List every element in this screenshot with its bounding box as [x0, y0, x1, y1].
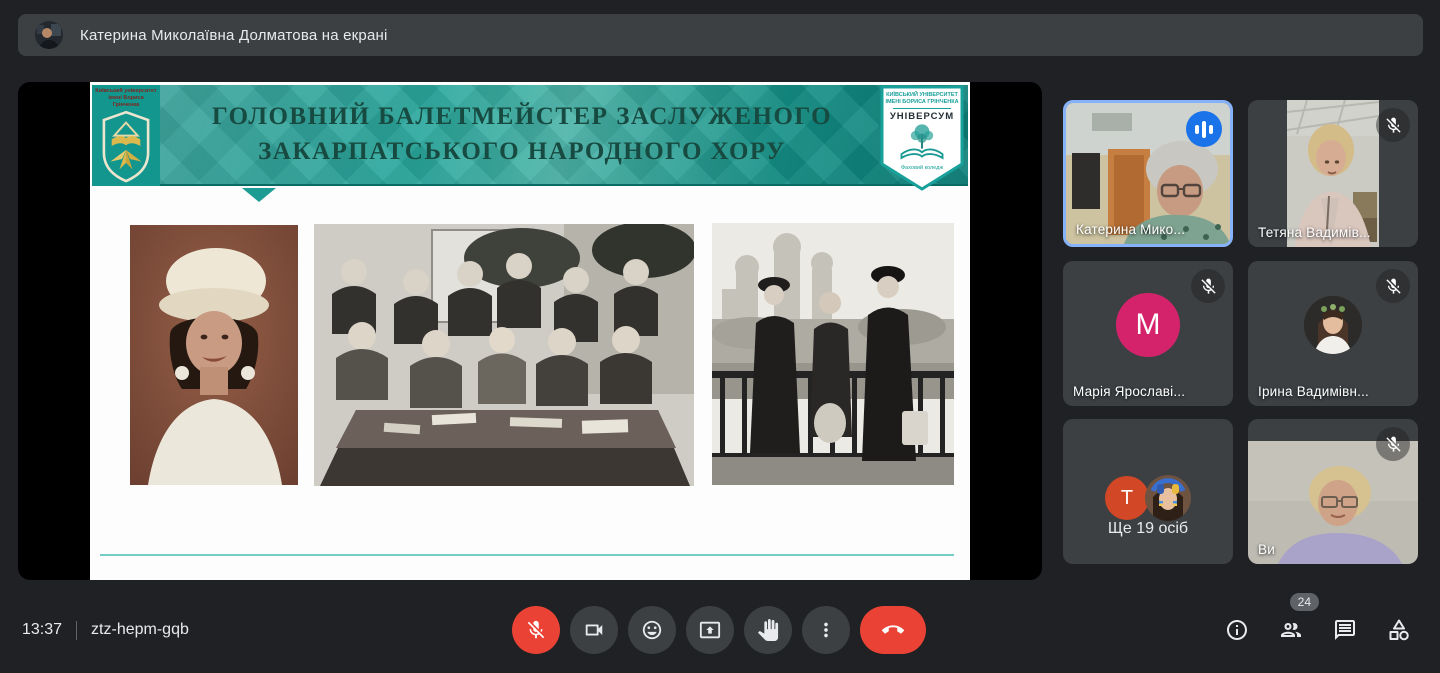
meeting-details: 13:37 ztz-hepm-gqb: [22, 608, 189, 652]
camera-button[interactable]: [570, 606, 618, 654]
shared-slide: Київський університет імені Бориса Грінч…: [90, 82, 970, 580]
people-button[interactable]: 24: [1279, 618, 1303, 642]
slide-photo-portrait: [130, 225, 298, 485]
tile-name-katerina: Катерина Мико...: [1076, 222, 1185, 237]
info-button[interactable]: [1225, 618, 1249, 642]
tile-name-tetiana: Тетяна Вадимів...: [1258, 225, 1371, 240]
tile-name-iryna: Ірина Вадимівн...: [1258, 384, 1369, 399]
university-name-small: Київський університет імені Бориса Грінч…: [95, 88, 157, 109]
end-call-icon: [882, 619, 904, 641]
reactions-button[interactable]: [628, 606, 676, 654]
info-icon: [1225, 618, 1249, 642]
slide-photo-bridge: [712, 223, 954, 485]
badge-university-line2: ІМЕНІ БОРИСА ГРІНЧЕНКА: [885, 99, 958, 106]
present-screen-icon: [699, 619, 721, 641]
tile-self[interactable]: Ви: [1248, 419, 1418, 564]
participant-count-badge: 24: [1290, 593, 1319, 611]
avatar-photo-overflow: [1145, 475, 1191, 521]
chat-icon: [1333, 618, 1357, 642]
badge-tree-book-icon: [894, 122, 950, 164]
avatar-iryna: [1304, 296, 1362, 354]
more-options-button[interactable]: [802, 606, 850, 654]
mic-off-icon: [1376, 269, 1410, 303]
slide-photo-group: [314, 224, 694, 486]
presenting-banner: Катерина Миколаївна Долматова на екрані: [18, 14, 1423, 56]
avatar-letter-maria: М: [1136, 308, 1161, 342]
raise-hand-button[interactable]: [744, 606, 792, 654]
emoji-reactions-icon: [641, 619, 663, 641]
call-controls: [512, 606, 926, 654]
overflow-avatars: Т: [1105, 475, 1191, 521]
more-options-icon: [815, 619, 837, 641]
college-badge: КИЇВСЬКИЙ УНІВЕРСИТЕТ ІМЕНІ БОРИСА ГРІНЧ…: [880, 85, 964, 191]
mic-off-icon: [1376, 108, 1410, 142]
slide-title-line2: ЗАКАРПАТСЬКОГО НАРОДНОГО ХОРУ: [174, 134, 870, 169]
overflow-count-label: Ще 19 осіб: [1063, 520, 1233, 538]
presenter-avatar: [35, 21, 63, 49]
meeting-code: ztz-hepm-gqb: [91, 621, 189, 639]
avatar-letter-t: Т: [1105, 476, 1149, 520]
badge-university-line1: КИЇВСЬКИЙ УНІВЕРСИТЕТ: [886, 92, 958, 99]
badge-title: УНІВЕРСУМ: [890, 111, 954, 122]
activities-icon: [1387, 618, 1411, 642]
present-button[interactable]: [686, 606, 734, 654]
tile-name-self: Ви: [1258, 542, 1275, 557]
slide-footer-rule: [100, 554, 954, 556]
mic-off-icon: [1191, 269, 1225, 303]
clock-time: 13:37: [22, 621, 62, 639]
university-shield-icon: [100, 109, 152, 183]
meeting-panels: 24: [1225, 606, 1411, 654]
badge-divider: [893, 108, 951, 109]
tile-tetiana[interactable]: Тетяна Вадимів...: [1248, 100, 1418, 247]
slide-title-line1: ГОЛОВНИЙ БАЛЕТМЕЙСТЕР ЗАСЛУЖЕНОГО: [174, 99, 870, 134]
tile-overflow[interactable]: Т Ще 19 осіб: [1063, 419, 1233, 564]
people-icon: [1279, 618, 1303, 642]
activities-button[interactable]: [1387, 618, 1411, 642]
audio-level-icon: [1186, 111, 1222, 147]
mic-off-icon: [525, 619, 547, 641]
footer-divider: [76, 621, 77, 640]
end-call-button[interactable]: [860, 606, 926, 654]
slide-title: ГОЛОВНИЙ БАЛЕТМЕЙСТЕР ЗАСЛУЖЕНОГО ЗАКАРП…: [174, 99, 870, 169]
tile-iryna[interactable]: Ірина Вадимівн...: [1248, 261, 1418, 406]
slide-header-notch: [242, 188, 276, 202]
tile-katerina[interactable]: Катерина Мико...: [1063, 100, 1233, 247]
badge-subtitle: Фаховий коледж: [901, 165, 943, 171]
chat-button[interactable]: [1333, 618, 1357, 642]
tile-name-maria: Марія Ярославі...: [1073, 384, 1185, 399]
university-emblem: Київський університет імені Бориса Грінч…: [92, 85, 160, 186]
mic-off-icon: [1376, 427, 1410, 461]
presentation-stage[interactable]: Київський університет імені Бориса Грінч…: [18, 82, 1042, 580]
tile-maria[interactable]: М Марія Ярославі...: [1063, 261, 1233, 406]
mic-off-button[interactable]: [512, 606, 560, 654]
raise-hand-icon: [757, 619, 779, 641]
avatar-maria: М: [1116, 293, 1180, 357]
videocam-icon: [583, 619, 605, 641]
presenting-text: Катерина Миколаївна Долматова на екрані: [80, 27, 388, 44]
